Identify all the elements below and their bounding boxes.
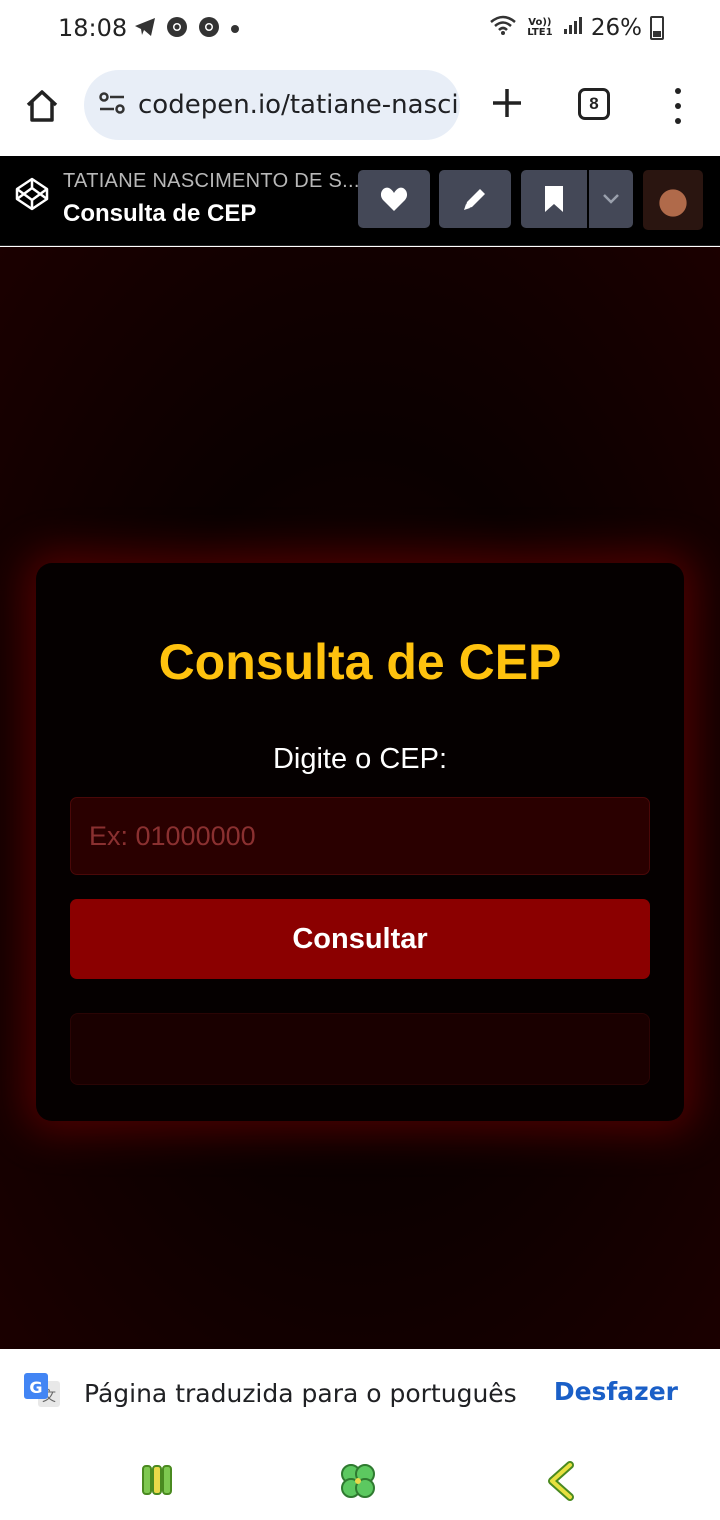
collection-dropdown-button[interactable] xyxy=(589,170,633,228)
url-text: codepen.io/tatiane-nascimento xyxy=(138,90,460,120)
avatar[interactable] xyxy=(643,170,703,230)
fork-edit-button[interactable] xyxy=(439,170,511,228)
chrome-icon xyxy=(198,16,220,43)
result-box xyxy=(70,1013,650,1085)
home-icon[interactable] xyxy=(22,86,62,126)
svg-text:G: G xyxy=(29,1378,42,1397)
recent-apps-icon[interactable] xyxy=(140,1463,174,1502)
more-menu-icon[interactable] xyxy=(668,88,688,124)
status-bar: 18:08 Vo)) LTE1 26% xyxy=(0,0,720,58)
wifi-icon xyxy=(489,14,517,42)
dot-icon xyxy=(230,21,240,39)
status-time: 18:08 xyxy=(58,14,128,42)
translate-bar: 文 G Página traduzida para o português De… xyxy=(0,1349,720,1439)
site-settings-icon[interactable] xyxy=(98,91,126,120)
consult-button[interactable]: Consultar xyxy=(70,899,650,979)
battery-icon xyxy=(650,16,664,40)
chevron-down-icon xyxy=(603,194,619,204)
bookmark-icon xyxy=(545,186,563,212)
pen-title: Consulta de CEP xyxy=(63,200,257,227)
signal-icon xyxy=(563,15,583,41)
browser-toolbar: codepen.io/tatiane-nascimento 8 xyxy=(0,58,720,156)
chrome-icon xyxy=(166,16,188,43)
cep-card: Consulta de CEP Digite o CEP: Consultar xyxy=(36,563,684,1121)
notification-icons xyxy=(134,16,240,43)
like-button[interactable] xyxy=(358,170,430,228)
translate-message: Página traduzida para o português xyxy=(84,1379,517,1408)
battery-percent: 26% xyxy=(590,15,642,41)
google-translate-icon: 文 G xyxy=(22,1371,62,1411)
heart-icon xyxy=(380,187,408,211)
system-nav-bar xyxy=(0,1439,720,1520)
status-right: Vo)) LTE1 26% xyxy=(489,14,664,42)
codepen-header: TATIANE NASCIMENTO DE S... Consulta de C… xyxy=(0,156,720,246)
tab-switcher-button[interactable]: 8 xyxy=(578,88,610,120)
codepen-logo-icon[interactable] xyxy=(14,176,50,212)
undo-translation-button[interactable]: Desfazer xyxy=(554,1377,678,1406)
address-bar[interactable]: codepen.io/tatiane-nascimento xyxy=(84,70,460,140)
network-label: Vo)) LTE1 xyxy=(527,17,553,38)
pen-preview: Consulta de CEP Digite o CEP: Consultar xyxy=(0,247,720,1349)
new-tab-icon[interactable] xyxy=(490,86,524,120)
pen-author[interactable]: TATIANE NASCIMENTO DE S... xyxy=(63,170,360,193)
bookmark-button[interactable] xyxy=(521,170,587,228)
cep-input[interactable] xyxy=(70,797,650,875)
clover-home-icon[interactable] xyxy=(338,1461,378,1506)
cep-label: Digite o CEP: xyxy=(272,743,448,775)
telegram-icon xyxy=(134,17,156,42)
back-chevron-icon[interactable] xyxy=(546,1461,578,1506)
pencil-icon xyxy=(464,189,485,210)
app-title: Consulta de CEP xyxy=(158,634,562,690)
